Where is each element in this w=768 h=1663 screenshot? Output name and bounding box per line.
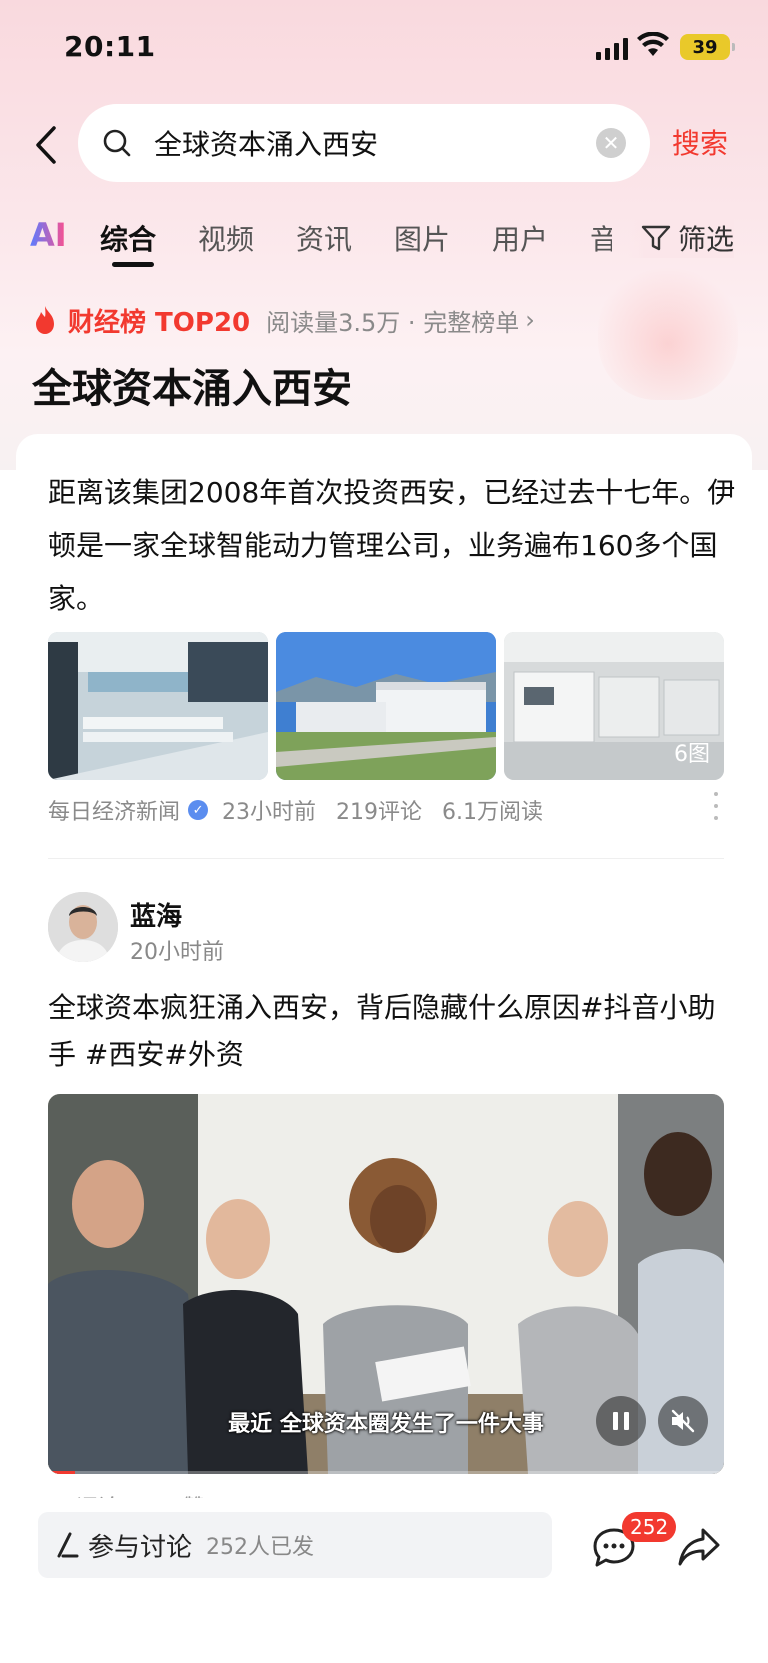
tab-news[interactable]: 资讯 [296, 218, 352, 258]
tab-users[interactable]: 用户 [492, 218, 548, 258]
filter-icon [641, 225, 671, 251]
hot-list-meta: 阅读量3.5万 · 完整榜单 [266, 308, 520, 337]
discuss-input[interactable]: 参与讨论 252人已发 [38, 1512, 552, 1578]
mute-button[interactable] [658, 1396, 708, 1446]
wifi-icon [637, 32, 669, 56]
article-summary[interactable]: 距离该集团2008年首次投资西安，已经过去十七年。伊顿是一家全球智能动力管理公司… [48, 466, 738, 625]
flame-decoration [598, 260, 738, 400]
hot-list-row[interactable]: 财经榜 TOP20 阅读量3.5万 · 完整榜单 › [32, 302, 535, 338]
post-text[interactable]: 全球资本疯狂涌入西安，背后隐藏什么原因#抖音小助手 #西安#外资 [48, 984, 738, 1078]
status-bar: 20:11 39 [0, 0, 768, 96]
article-comments: 219评论 [336, 800, 423, 825]
search-query-text[interactable]: 全球资本涌入西安 [154, 123, 596, 163]
comment-count-badge: 252 [622, 1512, 677, 1542]
author-name[interactable]: 蓝海 [130, 896, 182, 933]
tab-ai[interactable]: AI [30, 216, 67, 254]
article-image-2[interactable] [276, 632, 496, 780]
pause-button[interactable] [596, 1396, 646, 1446]
search-button[interactable]: 搜索 [672, 122, 728, 162]
hot-list-label: 财经榜 TOP20 [68, 307, 251, 338]
more-options-icon[interactable] [712, 792, 720, 820]
fire-icon [36, 306, 54, 334]
tab-images[interactable]: 图片 [394, 218, 450, 258]
filter-label: 筛选 [678, 223, 735, 256]
article-reads: 6.1万阅读 [442, 800, 544, 825]
article-meta: 每日经济新闻 ✓ 23小时前 219评论 6.1万阅读 [48, 794, 543, 826]
filter-button[interactable]: 筛选 [628, 218, 735, 258]
article-image-row[interactable]: 6图 [48, 632, 724, 780]
video-progress-bar[interactable] [48, 1471, 724, 1474]
search-input[interactable]: 全球资本涌入西安 ✕ [78, 104, 650, 182]
share-icon[interactable] [676, 1524, 722, 1570]
verified-icon: ✓ [188, 800, 209, 820]
article-image-3[interactable]: 6图 [504, 632, 724, 780]
divider [48, 858, 724, 859]
bottom-bar: 参与讨论 252人已发 252 [0, 1498, 768, 1663]
avatar[interactable] [48, 892, 118, 962]
search-icon [103, 129, 131, 157]
cellular-signal-icon [596, 36, 628, 60]
chevron-right-icon: › [525, 306, 535, 334]
source-name[interactable]: 每日经济新闻 [48, 794, 180, 826]
video-progress-fill [48, 1471, 76, 1474]
post-time: 20小时前 [130, 940, 224, 965]
muted-speaker-icon [671, 1409, 695, 1433]
discuss-count: 252人已发 [206, 1535, 315, 1560]
image-count: 6图 [674, 742, 710, 767]
back-button[interactable] [28, 120, 64, 170]
tab-music[interactable]: 音 [590, 218, 612, 258]
discuss-label: 参与讨论 [88, 1532, 193, 1563]
topic-title: 全球资本涌入西安 [32, 366, 352, 412]
article-image-1[interactable] [48, 632, 268, 780]
status-time: 20:11 [64, 30, 156, 63]
active-tab-indicator [112, 262, 154, 267]
video-player[interactable]: 最近 全球资本圈发生了一件大事 [48, 1094, 724, 1474]
chevron-left-icon [36, 126, 56, 164]
clear-icon[interactable]: ✕ [596, 128, 626, 158]
pen-icon [57, 1532, 79, 1558]
tab-video[interactable]: 视频 [198, 218, 254, 258]
article-time: 23小时前 [222, 800, 317, 825]
tab-comprehensive[interactable]: 综合 [100, 218, 156, 258]
category-tabs: AI 综合 视频 资讯 图片 用户 音 筛选 [0, 210, 768, 270]
results-card: 距离该集团2008年首次投资西安，已经过去十七年。伊顿是一家全球智能动力管理公司… [16, 434, 752, 1504]
battery-icon: 39 [680, 34, 735, 60]
